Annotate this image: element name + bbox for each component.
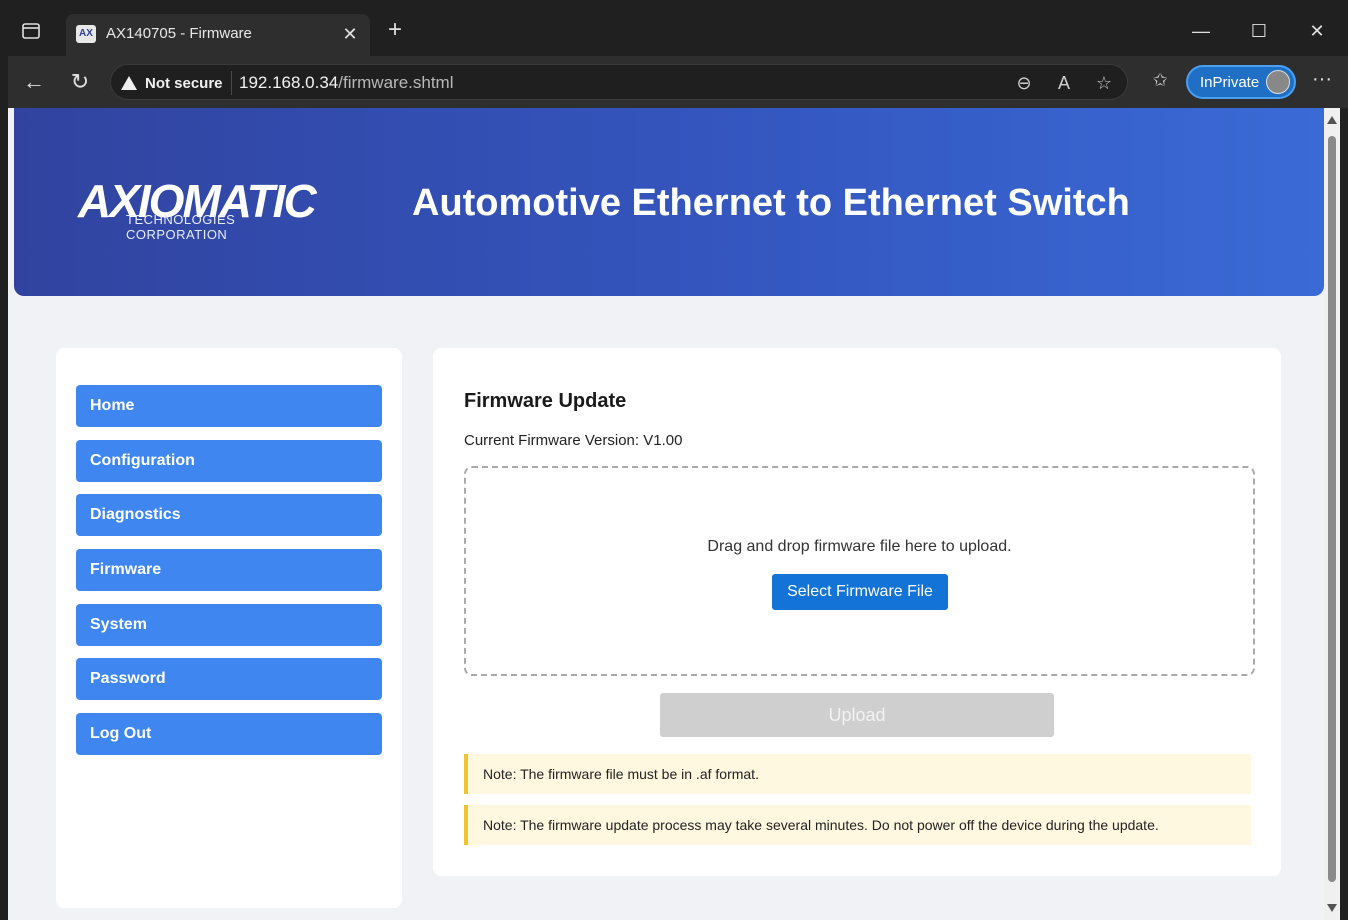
sidebar-item-diagnostics[interactable]: Diagnostics bbox=[76, 494, 382, 536]
security-indicator[interactable]: Not secure bbox=[121, 72, 223, 94]
close-window-icon[interactable]: ✕ bbox=[1302, 18, 1332, 44]
security-label: Not secure bbox=[145, 74, 223, 92]
url-path: /firmware.shtml bbox=[338, 73, 454, 92]
site-favicon-icon: AX bbox=[76, 25, 96, 43]
browser-toolbar: ← ↻ Not secure 192.168.0.34/firmware.sht… bbox=[8, 56, 1348, 108]
zoom-icon[interactable]: ⊖ bbox=[1013, 72, 1035, 94]
page-title: Automotive Ethernet to Ethernet Switch bbox=[412, 182, 1130, 224]
section-title: Firmware Update bbox=[464, 390, 627, 412]
select-firmware-button[interactable]: Select Firmware File bbox=[772, 574, 948, 610]
minimize-icon[interactable]: — bbox=[1186, 18, 1216, 44]
maximize-icon[interactable]: ☐ bbox=[1244, 18, 1274, 44]
file-dropzone[interactable]: Drag and drop firmware file here to uplo… bbox=[464, 466, 1255, 676]
sidebar-item-home[interactable]: Home bbox=[76, 385, 382, 427]
sidebar-item-system[interactable]: System bbox=[76, 604, 382, 646]
upload-button[interactable]: Upload bbox=[660, 693, 1054, 737]
warning-icon bbox=[121, 76, 137, 90]
favorites-icon[interactable]: ✩ bbox=[1148, 70, 1172, 94]
sidebar-item-firmware[interactable]: Firmware bbox=[76, 549, 382, 591]
browser-window: AX AX140705 - Firmware ✕ + — ☐ ✕ ← ↻ Not… bbox=[0, 0, 1348, 920]
address-bar[interactable]: Not secure 192.168.0.34/firmware.shtml ⊖… bbox=[110, 64, 1128, 100]
tab-strip: AX AX140705 - Firmware ✕ + — ☐ ✕ bbox=[8, 6, 1348, 56]
new-tab-icon[interactable]: + bbox=[382, 18, 408, 44]
logo-subtext: TECHNOLOGIES CORPORATION bbox=[126, 212, 236, 242]
inprivate-label: InPrivate bbox=[1200, 74, 1260, 91]
back-icon[interactable]: ← bbox=[20, 68, 48, 96]
address-separator bbox=[231, 71, 232, 95]
firmware-version: Current Firmware Version: V1.00 bbox=[464, 432, 683, 449]
scrollbar-thumb[interactable] bbox=[1328, 136, 1336, 882]
scroll-up-icon[interactable] bbox=[1327, 116, 1337, 124]
url-host: 192.168.0.34 bbox=[239, 73, 339, 92]
tab-close-icon[interactable]: ✕ bbox=[340, 24, 360, 45]
company-logo: AXIOMATIC TECHNOLOGIES CORPORATION bbox=[78, 174, 338, 242]
sidebar-item-configuration[interactable]: Configuration bbox=[76, 440, 382, 482]
scroll-down-icon[interactable] bbox=[1327, 904, 1337, 912]
note-format: Note: The firmware file must be in .af f… bbox=[464, 754, 1251, 794]
page-header: AXIOMATIC TECHNOLOGIES CORPORATION Autom… bbox=[14, 108, 1324, 296]
sidebar-item-logout[interactable]: Log Out bbox=[76, 713, 382, 755]
sidebar: Home Configuration Diagnostics Firmware … bbox=[56, 348, 402, 908]
page-scrollbar[interactable] bbox=[1324, 108, 1340, 920]
firmware-panel: Firmware Update Current Firmware Version… bbox=[433, 348, 1281, 876]
note-warning: Note: The firmware update process may ta… bbox=[464, 805, 1251, 845]
read-aloud-icon[interactable]: A bbox=[1053, 72, 1075, 94]
more-options-icon[interactable]: ··· bbox=[1308, 68, 1336, 91]
sidebar-item-password[interactable]: Password bbox=[76, 658, 382, 700]
url-text[interactable]: 192.168.0.34/firmware.shtml bbox=[239, 73, 454, 93]
profile-avatar-icon bbox=[1266, 70, 1290, 94]
tab-title: AX140705 - Firmware bbox=[106, 25, 252, 42]
favorite-star-icon[interactable]: ☆ bbox=[1093, 72, 1115, 94]
browser-tab[interactable]: AX AX140705 - Firmware ✕ bbox=[66, 14, 370, 56]
tab-actions-icon[interactable] bbox=[20, 20, 42, 42]
page-viewport: AXIOMATIC TECHNOLOGIES CORPORATION Autom… bbox=[8, 108, 1324, 920]
refresh-icon[interactable]: ↻ bbox=[66, 68, 94, 96]
dropzone-text: Drag and drop firmware file here to uplo… bbox=[707, 538, 1012, 555]
inprivate-badge[interactable]: InPrivate bbox=[1186, 65, 1296, 99]
